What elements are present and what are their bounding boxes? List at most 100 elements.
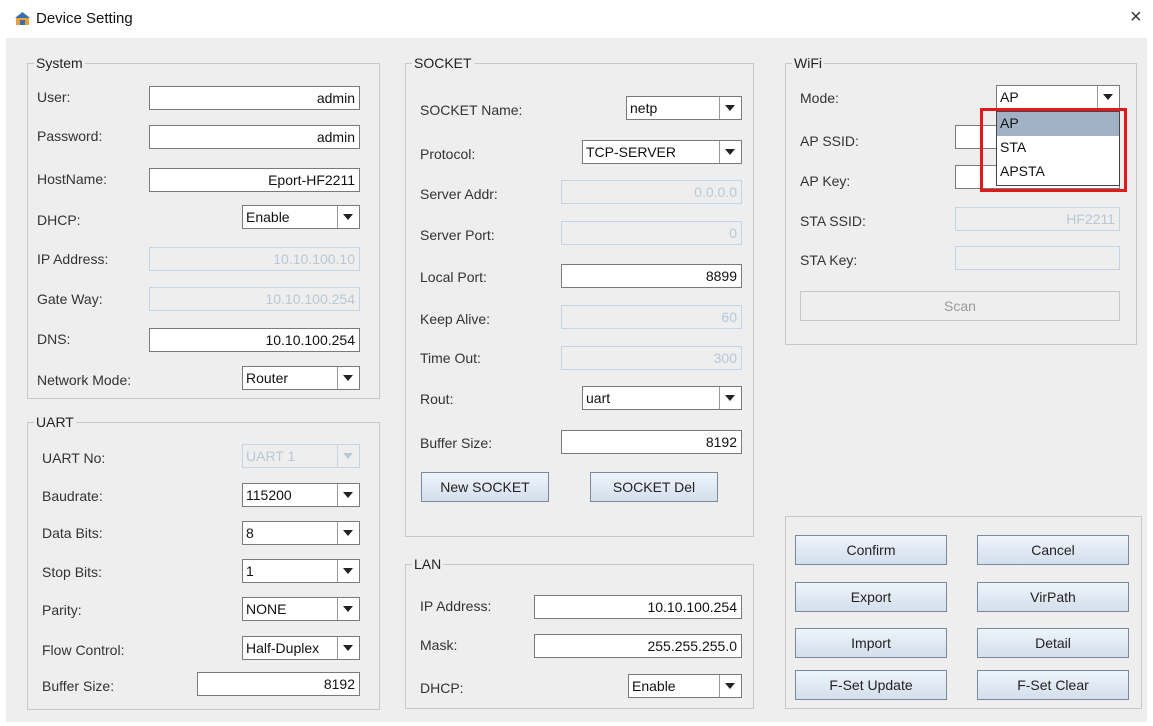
lan-mask-field[interactable]: 255.255.255.0 [534,634,742,658]
mode-select[interactable]: AP [996,85,1120,109]
flow-control-label: Flow Control: [42,642,125,658]
flow-control-value: Half-Duplex [246,640,320,656]
export-button[interactable]: Export [795,582,947,612]
keep-alive-field: 60 [561,305,742,329]
server-port-field: 0 [561,221,742,245]
chevron-down-icon[interactable] [337,598,359,620]
confirm-button[interactable]: Confirm [795,535,947,565]
protocol-label: Protocol: [420,146,476,162]
socket-del-button[interactable]: SOCKET Del [590,472,718,502]
lan-dhcp-label: DHCP: [420,680,464,696]
chevron-down-icon[interactable] [337,522,359,544]
title-bar: Device Setting × [0,0,1153,38]
socket-buffer-field[interactable]: 8192 [561,430,742,454]
fset-clear-button[interactable]: F-Set Clear [977,670,1129,700]
highlight-box [980,108,1127,192]
user-label: User: [37,89,71,105]
lan-mask-label: Mask: [420,637,458,653]
dhcp-select-value: Enable [246,209,290,225]
socket-name-value: netp [630,100,658,116]
chevron-down-icon[interactable] [1097,86,1119,108]
cancel-button[interactable]: Cancel [977,535,1129,565]
parity-select[interactable]: NONE [242,597,360,621]
socket-name-label: SOCKET Name: [420,102,523,118]
rout-label: Rout: [420,391,454,407]
virpath-button[interactable]: VirPath [977,582,1129,612]
chevron-down-icon[interactable] [719,387,741,409]
baudrate-value: 115200 [246,487,292,503]
user-field[interactable]: admin [149,86,360,110]
window-title: Device Setting [36,10,133,27]
gateway-label: Gate Way: [37,291,103,307]
hostname-label: HostName: [37,171,108,187]
chevron-down-icon[interactable] [337,484,359,506]
stop-bits-label: Stop Bits: [42,564,102,580]
data-bits-select[interactable]: 8 [242,521,360,545]
protocol-value: TCP-SERVER [586,144,676,160]
chevron-down-icon[interactable] [337,637,359,659]
chevron-down-icon [337,445,359,467]
baudrate-label: Baudrate: [42,488,103,504]
lan-ip-field[interactable]: 10.10.100.254 [534,595,742,619]
close-icon[interactable]: × [1130,7,1142,27]
rout-value: uart [586,390,611,406]
parity-value: NONE [246,601,287,617]
ap-ssid-label: AP SSID: [800,133,859,149]
rout-select[interactable]: uart [582,386,742,410]
uart-legend: UART [34,414,76,430]
parity-label: Parity: [42,602,82,618]
gateway-field: 10.10.100.254 [149,287,360,311]
stop-bits-value: 1 [246,563,254,579]
chevron-down-icon[interactable] [719,97,741,119]
sta-key-field [955,246,1120,270]
dhcp-select[interactable]: Enable [242,205,360,229]
data-bits-value: 8 [246,525,254,541]
system-legend: System [34,55,85,71]
network-mode-select[interactable]: Router [242,366,360,390]
stop-bits-select[interactable]: 1 [242,559,360,583]
socket-legend: SOCKET [412,55,474,71]
baudrate-select[interactable]: 115200 [242,483,360,507]
import-button[interactable]: Import [795,628,947,658]
local-port-label: Local Port: [420,269,487,285]
hostname-field[interactable]: Eport-HF2211 [149,168,360,192]
lan-dhcp-value: Enable [632,678,676,694]
chevron-down-icon[interactable] [719,675,741,697]
mode-value: AP [1000,89,1019,105]
chevron-down-icon[interactable] [719,141,741,163]
chevron-down-icon[interactable] [337,560,359,582]
flow-control-select[interactable]: Half-Duplex [242,636,360,660]
time-out-field: 300 [561,346,742,370]
wifi-legend: WiFi [792,55,824,71]
lan-ip-label: IP Address: [420,598,492,614]
app-icon [15,12,30,25]
uart-no-select: UART 1 [242,444,360,468]
uart-buffer-field[interactable]: 8192 [197,672,360,696]
lan-legend: LAN [412,556,444,572]
socket-name-select[interactable]: netp [626,96,742,120]
password-field[interactable]: admin [149,125,360,149]
fset-update-button[interactable]: F-Set Update [795,670,947,700]
ip-address-field: 10.10.100.10 [149,247,360,271]
dns-label: DNS: [37,331,71,347]
protocol-select[interactable]: TCP-SERVER [582,140,742,164]
dns-field[interactable]: 10.10.100.254 [149,328,360,352]
uart-buffer-label: Buffer Size: [42,678,115,694]
chevron-down-icon[interactable] [337,367,359,389]
dhcp-label: DHCP: [37,212,81,228]
network-mode-value: Router [246,370,289,386]
local-port-field[interactable]: 8899 [561,264,742,288]
mode-label: Mode: [800,90,839,106]
chevron-down-icon[interactable] [337,206,359,228]
server-port-label: Server Port: [420,227,495,243]
server-addr-field: 0.0.0.0 [561,180,742,204]
keep-alive-label: Keep Alive: [420,311,491,327]
lan-dhcp-select[interactable]: Enable [628,674,742,698]
uart-no-value: UART 1 [246,448,296,464]
new-socket-button[interactable]: New SOCKET [421,472,549,502]
sta-ssid-field: HF2211 [955,207,1120,231]
socket-group: SOCKET [405,55,754,537]
ap-key-label: AP Key: [800,173,851,189]
time-out-label: Time Out: [420,350,481,366]
detail-button[interactable]: Detail [977,628,1129,658]
